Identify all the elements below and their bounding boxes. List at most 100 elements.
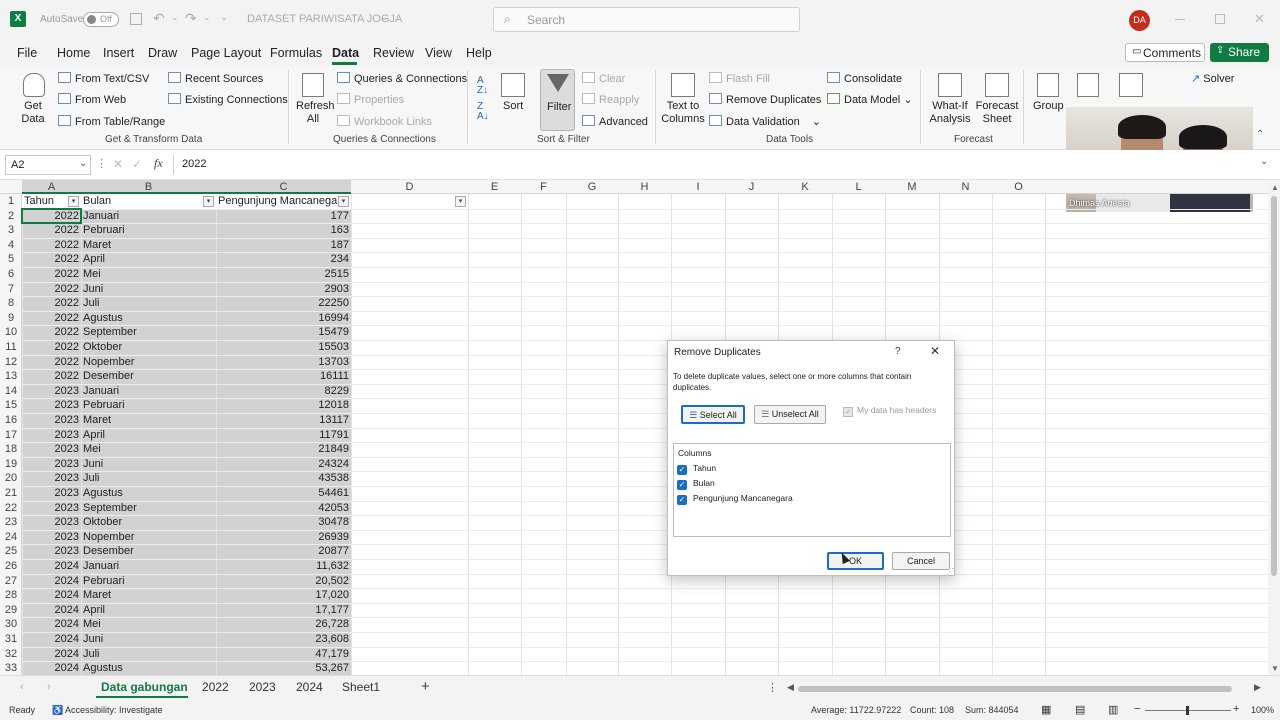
table-row-cell[interactable]: 30478: [216, 515, 351, 530]
table-row-cell[interactable]: Nopember: [81, 355, 216, 370]
existing-connections-button[interactable]: Existing Connections: [168, 93, 288, 106]
from-table-button[interactable]: From Table/Range: [58, 115, 165, 128]
table-row-cell[interactable]: 187: [216, 238, 351, 253]
add-sheet-icon[interactable]: +: [421, 678, 430, 695]
scroll-right-icon[interactable]: ▶: [1254, 682, 1261, 693]
filter-dropdown-icon[interactable]: ▾: [338, 196, 349, 207]
row-header[interactable]: 13: [0, 369, 22, 384]
more-options-icon[interactable]: ⋮: [767, 681, 778, 694]
clear-button[interactable]: Clear: [582, 72, 625, 85]
ok-button[interactable]: OK: [827, 552, 884, 570]
select-all-button[interactable]: ☰ Select All: [681, 405, 745, 424]
table-row-cell[interactable]: 53,267: [216, 661, 351, 675]
table-row-cell[interactable]: 21849: [216, 442, 351, 457]
sheet-tab-sheet1[interactable]: Sheet1: [342, 680, 380, 694]
cancel-button[interactable]: Cancel: [892, 552, 950, 570]
scroll-left-icon[interactable]: ◀: [787, 682, 794, 693]
status-sum[interactable]: Sum: 844054: [965, 705, 1019, 715]
table-row-cell[interactable]: April: [81, 603, 216, 618]
group-button[interactable]: Group: [1033, 100, 1064, 112]
solver-button[interactable]: ↗ Solver: [1191, 72, 1234, 85]
table-row-cell[interactable]: 17,177: [216, 603, 351, 618]
sort-az-icon[interactable]: A Z↓: [477, 76, 488, 96]
unselect-all-button[interactable]: ☰ Unselect All: [754, 405, 826, 424]
table-row-cell[interactable]: Mei: [81, 617, 216, 632]
table-row-cell[interactable]: 15503: [216, 340, 351, 355]
table-row-cell[interactable]: 24324: [216, 457, 351, 472]
table-row-cell[interactable]: 2024: [22, 647, 81, 662]
column-header[interactable]: F: [521, 180, 566, 194]
table-row-cell[interactable]: 26939: [216, 530, 351, 545]
row-header[interactable]: 22: [0, 501, 22, 516]
text-to-columns-button[interactable]: Text to Columns: [661, 100, 705, 126]
table-header-cell[interactable]: Bulan: [81, 194, 204, 209]
menu-page-layout[interactable]: Page Layout: [191, 46, 261, 60]
properties-button[interactable]: Properties: [337, 93, 404, 106]
table-row-cell[interactable]: 2022: [22, 282, 81, 297]
zoom-level[interactable]: 100%: [1251, 705, 1274, 715]
sort-button[interactable]: Sort: [503, 100, 523, 112]
row-header[interactable]: 33: [0, 661, 22, 675]
column-header[interactable]: M: [885, 180, 939, 194]
sheet-tab-data-gabungan[interactable]: Data gabungan: [101, 680, 188, 694]
table-row-cell[interactable]: Januari: [81, 384, 216, 399]
column-header[interactable]: A: [22, 180, 81, 194]
filter-dropdown-icon[interactable]: ▾: [203, 196, 214, 207]
scroll-down-icon[interactable]: ▼: [1271, 664, 1279, 673]
row-header[interactable]: 1: [0, 194, 22, 209]
user-avatar[interactable]: DA: [1129, 10, 1150, 31]
customize-qat-icon[interactable]: ⌄: [220, 12, 228, 23]
table-row-cell[interactable]: 2022: [22, 355, 81, 370]
sheet-tab-2024[interactable]: 2024: [296, 680, 323, 694]
autosave-toggle[interactable]: Off: [83, 12, 119, 27]
menu-data[interactable]: Data: [332, 46, 359, 60]
column-checkbox-tahun[interactable]: ✓ Tahun: [677, 463, 716, 475]
share-button[interactable]: ⇪ Share: [1210, 43, 1269, 62]
table-row-cell[interactable]: 2022: [22, 340, 81, 355]
flash-fill-button[interactable]: Flash Fill: [709, 72, 770, 85]
from-web-button[interactable]: From Web: [58, 93, 126, 106]
scroll-up-icon[interactable]: ▲: [1271, 183, 1279, 192]
table-row-cell[interactable]: 42053: [216, 501, 351, 516]
sheet-tab-2022[interactable]: 2022: [202, 680, 229, 694]
table-row-cell[interactable]: Juni: [81, 282, 216, 297]
row-header[interactable]: 5: [0, 252, 22, 267]
menu-insert[interactable]: Insert: [103, 46, 134, 60]
table-row-cell[interactable]: April: [81, 252, 216, 267]
column-checkbox-bulan[interactable]: ✓ Bulan: [677, 478, 715, 490]
table-row-cell[interactable]: Agustus: [81, 661, 216, 675]
table-row-cell[interactable]: September: [81, 501, 216, 516]
row-header[interactable]: 28: [0, 588, 22, 603]
table-row-cell[interactable]: Oktober: [81, 340, 216, 355]
normal-view-icon[interactable]: ▦: [1041, 703, 1051, 716]
table-row-cell[interactable]: 2023: [22, 398, 81, 413]
name-box[interactable]: A2 ⌄: [5, 155, 91, 175]
table-row-cell[interactable]: Pebruari: [81, 574, 216, 589]
table-row-cell[interactable]: 2023: [22, 428, 81, 443]
column-header[interactable]: H: [618, 180, 671, 194]
queries-connections-button[interactable]: Queries & Connections: [337, 72, 467, 85]
column-header[interactable]: N: [939, 180, 992, 194]
worksheet-grid[interactable]: A B C D E F G H I J K L M N O 1 2 3 4 5 6 7 8 9 10 11 12 13 14 15 16 17…: [0, 180, 1268, 675]
collapse-ribbon-icon[interactable]: ⌃: [1256, 129, 1264, 140]
table-row-cell[interactable]: 13703: [216, 355, 351, 370]
table-row-cell[interactable]: 22250: [216, 296, 351, 311]
table-row-cell[interactable]: 16111: [216, 369, 351, 384]
redo-icon[interactable]: ↷: [185, 10, 197, 27]
row-header[interactable]: 2: [0, 209, 22, 224]
row-header[interactable]: 20: [0, 471, 22, 486]
row-header[interactable]: 17: [0, 428, 22, 443]
insert-function-icon[interactable]: fx: [154, 156, 163, 171]
minimize-icon[interactable]: [1175, 19, 1185, 20]
menu-file[interactable]: File: [17, 46, 37, 60]
table-row-cell[interactable]: 2023: [22, 471, 81, 486]
row-header[interactable]: 8: [0, 296, 22, 311]
filter-dropdown-icon[interactable]: ▾: [68, 196, 79, 207]
recent-sources-button[interactable]: Recent Sources: [168, 72, 263, 85]
page-layout-view-icon[interactable]: ▤: [1075, 703, 1085, 716]
table-row-cell[interactable]: Juli: [81, 296, 216, 311]
row-header[interactable]: 26: [0, 559, 22, 574]
status-count[interactable]: Count: 108: [910, 705, 954, 715]
table-row-cell[interactable]: 2022: [22, 223, 81, 238]
row-header[interactable]: 14: [0, 384, 22, 399]
